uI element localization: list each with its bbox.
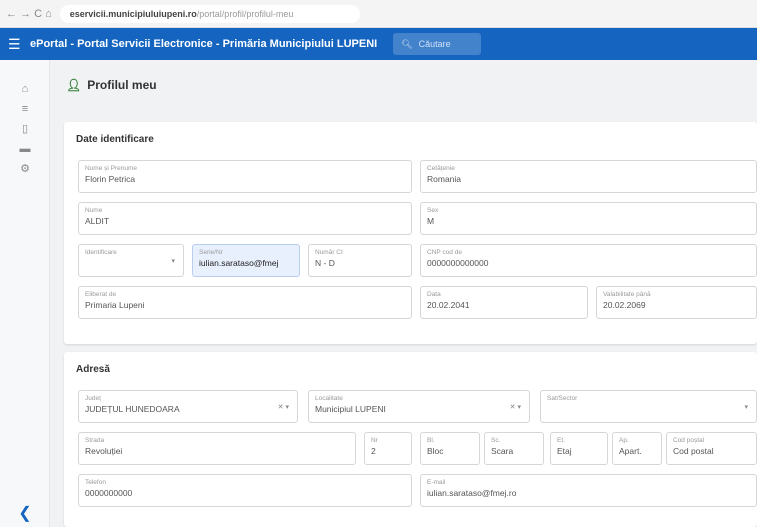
sidebar: ⌂ ≡ ▯ ▬ ⚙ ❮ (0, 60, 50, 527)
address-title: Adresă (76, 364, 110, 375)
id-type-select[interactable]: Identificare ▾ (78, 244, 184, 277)
identification-card: Date identificare Nume și Prenume Florin… (64, 122, 757, 344)
search-box[interactable]: 🔍︎ Căutare (393, 33, 482, 55)
search-icon: 🔍︎ (401, 38, 413, 49)
id-number-field[interactable]: Număr CI N - D (308, 244, 412, 277)
cnp-field[interactable]: CNP cod de 0000000000000 (420, 244, 757, 277)
menu-icon[interactable]: ☰ (8, 37, 22, 51)
chevron-down-icon: ✕ ▾ (509, 404, 521, 411)
url-path: /portal/profil/profilul-meu (196, 8, 294, 19)
block-field[interactable]: Bl. Bloc (420, 432, 480, 465)
folder-icon[interactable]: ▬ (0, 142, 50, 156)
citizenship-field[interactable]: Cetățenie Romania (420, 160, 757, 193)
expiry-date-field[interactable]: Valabilitate până 20.02.2069 (596, 286, 757, 319)
issued-by-field[interactable]: Eliberat de Primaria Lupeni (78, 286, 412, 319)
street-field[interactable]: Strada Revoluției (78, 432, 356, 465)
home-icon[interactable]: ⌂ (0, 82, 50, 96)
main-content: 👤︎ Profilul meu Date identificare Nume ș… (50, 60, 757, 527)
address-card: Adresă Județ JUDEȚUL HUNEDOARA ✕ ▾ Local… (64, 352, 757, 527)
page-title: 👤︎ Profilul meu (66, 78, 157, 92)
identification-title: Date identificare (76, 134, 154, 145)
number-field[interactable]: Nr 2 (364, 432, 412, 465)
browser-nav-buttons[interactable]: ← → C ⌂ (6, 8, 52, 20)
app-title: ePortal - Portal Servicii Electronice - … (30, 38, 378, 50)
search-placeholder: Căutare (418, 39, 451, 49)
chevron-down-icon: ▾ (744, 404, 748, 411)
staircase-field[interactable]: Sc. Scara (484, 432, 544, 465)
first-name-field[interactable]: Nume și Prenume Florin Petrica (78, 160, 412, 193)
sex-field[interactable]: Sex M (420, 202, 757, 235)
last-name-field[interactable]: Nume ALDIT (78, 202, 412, 235)
browser-address-bar: ← → C ⌂ eservicii.municipiuluiupeni.ro /… (0, 0, 757, 28)
collapse-icon[interactable]: ❮ (0, 503, 50, 523)
page-title-text: Profilul meu (87, 78, 157, 92)
issue-date-field[interactable]: Data 20.02.2041 (420, 286, 588, 319)
url-field[interactable]: eservicii.municipiuluiupeni.ro /portal/p… (59, 4, 360, 23)
county-select[interactable]: Județ JUDEȚUL HUNEDOARA ✕ ▾ (78, 390, 298, 423)
phone-field[interactable]: Telefon 0000000000 (78, 474, 412, 507)
email-field[interactable]: E-mail iulian.sarataso@fmej.ro (420, 474, 757, 507)
user-icon: 👤︎ (66, 78, 82, 92)
settings-icon[interactable]: ⚙ (0, 162, 50, 176)
app-header: ☰ ePortal - Portal Servicii Electronice … (0, 28, 757, 60)
series-field[interactable]: Serie/Nr iulian.sarataso@fmej (192, 244, 300, 277)
chevron-down-icon: ▾ (171, 258, 175, 265)
document-icon[interactable]: ▯ (0, 122, 50, 136)
locality-select[interactable]: Localitate Municipiul LUPENI ✕ ▾ (308, 390, 530, 423)
postal-code-field[interactable]: Cod poștal Cod postal (666, 432, 757, 465)
apartment-field[interactable]: Ap. Apart. (612, 432, 662, 465)
chevron-down-icon: ✕ ▾ (277, 404, 289, 411)
floor-field[interactable]: Et. Etaj (550, 432, 608, 465)
url-domain: eservicii.municipiuluiupeni.ro (69, 8, 197, 19)
village-select[interactable]: Sat/Sector ▾ (540, 390, 757, 423)
list-icon[interactable]: ≡ (0, 102, 50, 116)
